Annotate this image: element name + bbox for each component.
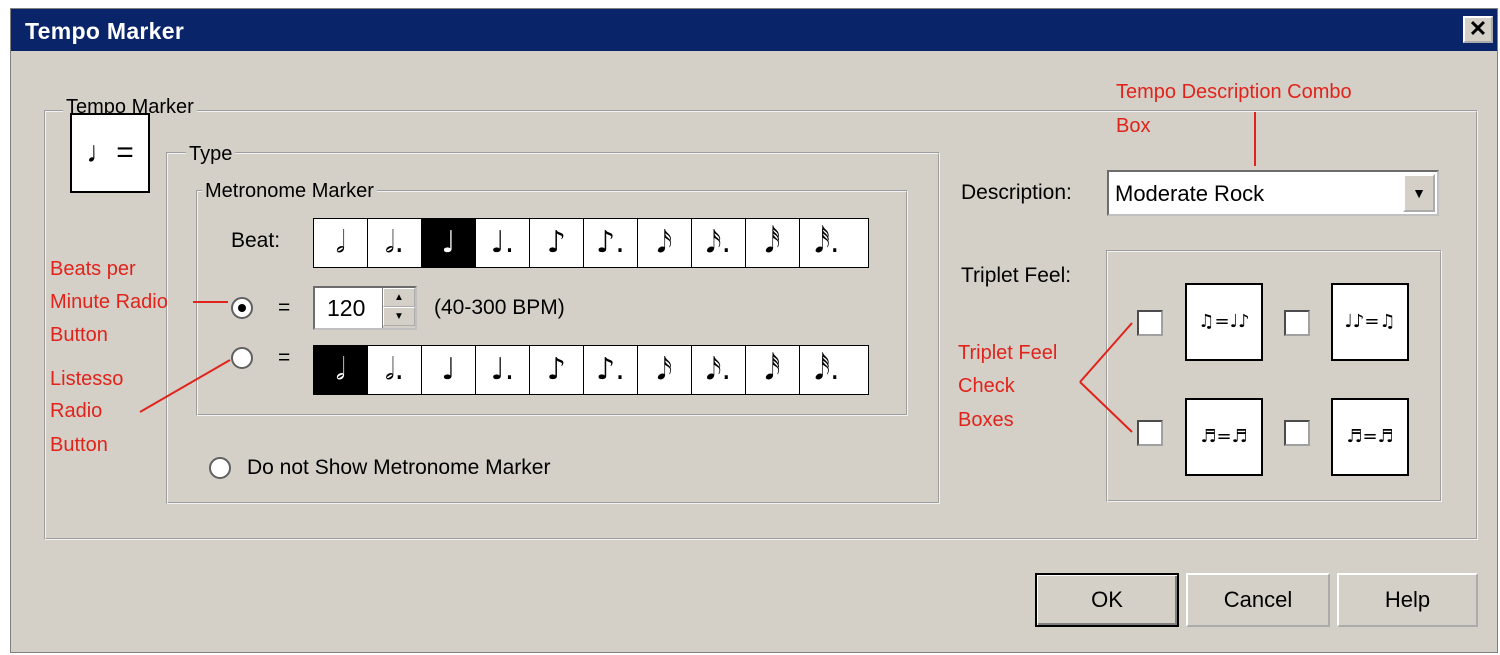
leader-line-triplet-lower xyxy=(1079,381,1133,433)
leader-line-triplet-upper xyxy=(1079,322,1133,383)
leader-line-listesso xyxy=(139,359,231,413)
annotation-leader-lines xyxy=(139,112,1256,433)
